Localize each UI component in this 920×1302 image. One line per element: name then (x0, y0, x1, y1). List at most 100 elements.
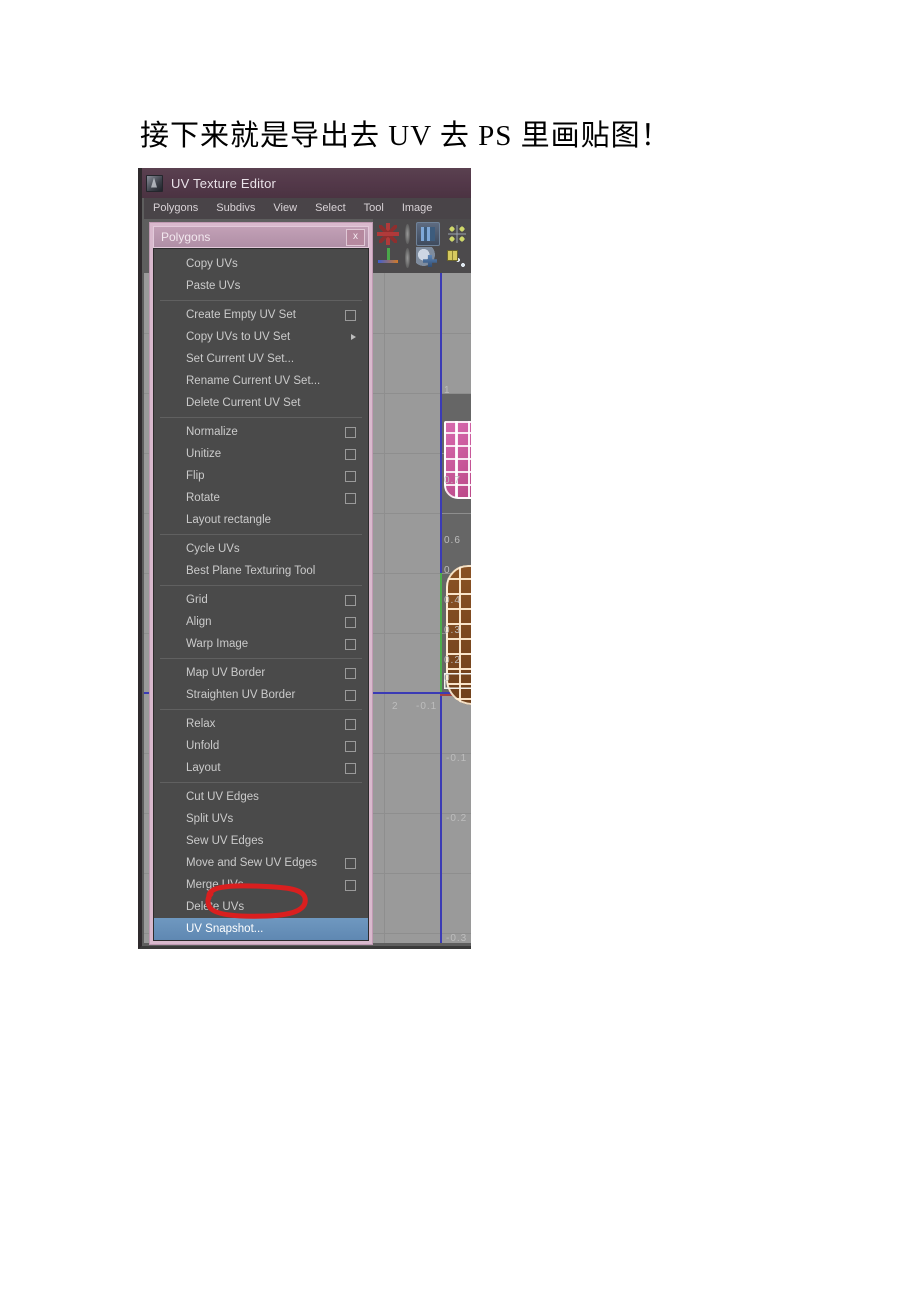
menu-item-delete-current-uv-set[interactable]: Delete Current UV Set (154, 392, 368, 414)
tick-label: 0 (444, 565, 451, 576)
move-uv-shell-icon[interactable] (377, 247, 399, 269)
option-box-icon[interactable] (345, 595, 356, 606)
menu-item-grid[interactable]: Grid (154, 589, 368, 611)
menu-item-layout-rectangle[interactable]: Layout rectangle (154, 509, 368, 531)
menu-subdivs[interactable]: Subdivs (207, 198, 264, 219)
option-box-icon[interactable] (345, 493, 356, 504)
tick-label: 1 (444, 385, 451, 396)
menu-item-uv-snapshot[interactable]: UV Snapshot... (154, 918, 368, 940)
menu-item-label: Map UV Border (186, 667, 266, 679)
sew-uv-icon[interactable] (446, 223, 468, 245)
menu-item-list: Copy UVs Paste UVs Create Empty UV Set C… (153, 248, 369, 941)
maya-app-icon (146, 174, 163, 192)
menu-select[interactable]: Select (306, 198, 355, 219)
menu-item-label: Copy UVs to UV Set (186, 331, 291, 343)
menu-item-layout[interactable]: Layout (154, 757, 368, 779)
menu-item-best-plane-texturing-tool[interactable]: Best Plane Texturing Tool (154, 560, 368, 582)
unfold-uv-icon[interactable] (416, 222, 440, 246)
option-box-icon[interactable] (345, 690, 356, 701)
option-box-icon[interactable] (345, 719, 356, 730)
option-box-icon[interactable] (345, 858, 356, 869)
menu-view[interactable]: View (264, 198, 306, 219)
menu-tool[interactable]: Tool (355, 198, 393, 219)
menu-item-cycle-uvs[interactable]: Cycle UVs (154, 538, 368, 560)
close-icon[interactable]: x (346, 228, 365, 246)
option-box-icon[interactable] (345, 449, 356, 460)
menu-item-merge-uvs[interactable]: Merge UVs (154, 874, 368, 896)
menu-item-label: Rename Current UV Set... (186, 375, 321, 387)
option-box-icon[interactable] (345, 310, 356, 321)
menu-item-delete-uvs[interactable]: Delete UVs (154, 896, 368, 918)
menu-item-label: Sew UV Edges (186, 835, 264, 847)
menu-item-label: Cut UV Edges (186, 791, 259, 803)
menu-item-warp-image[interactable]: Warp Image (154, 633, 368, 655)
axis-v-blue-lower (440, 693, 442, 943)
menu-item-label: Set Current UV Set... (186, 353, 295, 365)
menu-item-label: Unitize (186, 448, 222, 460)
option-box-icon[interactable] (345, 741, 356, 752)
menubar: Polygons Subdivs View Select Tool Image (144, 198, 471, 219)
menu-separator (160, 534, 362, 535)
menu-item-label: Create Empty UV Set (186, 309, 296, 321)
tick-label: -0.1 (416, 701, 438, 712)
cut-uv-icon[interactable] (416, 247, 438, 269)
menu-separator (160, 709, 362, 710)
maya-uv-texture-editor-screenshot: UV Texture Editor Polygons Subdivs View … (138, 168, 471, 949)
menu-item-copy-uvs[interactable]: Copy UVs (154, 253, 368, 275)
menu-item-rotate[interactable]: Rotate (154, 487, 368, 509)
uv-layout-grid-icon[interactable] (444, 247, 466, 269)
menu-item-label: Layout rectangle (186, 514, 272, 526)
menu-item-split-uvs[interactable]: Split UVs (154, 808, 368, 830)
menu-item-map-uv-border[interactable]: Map UV Border (154, 662, 368, 684)
menu-item-sew-uv-edges[interactable]: Sew UV Edges (154, 830, 368, 852)
menu-item-label: Copy UVs (186, 258, 238, 270)
tick-label: 0.7 (444, 475, 461, 486)
uv-snap-to-grid-icon[interactable] (377, 223, 399, 245)
page-caption: 接下来就是导出去 UV 去 PS 里画贴图！ (140, 120, 671, 152)
window-title: UV Texture Editor (171, 175, 277, 191)
menu-item-cut-uv-edges[interactable]: Cut UV Edges (154, 786, 368, 808)
toolbar-separator-handle-2[interactable] (405, 248, 410, 268)
menu-item-label: Layout (186, 762, 221, 774)
menu-item-normalize[interactable]: Normalize (154, 421, 368, 443)
option-box-icon[interactable] (345, 639, 356, 650)
pink-uv-shell[interactable] (444, 421, 471, 499)
option-box-icon[interactable] (345, 617, 356, 628)
menu-item-flip[interactable]: Flip (154, 465, 368, 487)
menu-item-label: Cycle UVs (186, 543, 240, 555)
menu-item-unfold[interactable]: Unfold (154, 735, 368, 757)
tick-label: 0 (444, 673, 451, 684)
menu-item-label: Flip (186, 470, 205, 482)
option-box-icon[interactable] (345, 471, 356, 482)
menu-item-move-and-sew-uv-edges[interactable]: Move and Sew UV Edges (154, 852, 368, 874)
menu-polygons[interactable]: Polygons (144, 198, 207, 219)
menu-item-set-current-uv-set[interactable]: Set Current UV Set... (154, 348, 368, 370)
toolbar-separator-handle[interactable] (405, 224, 410, 244)
menu-separator (160, 300, 362, 301)
polygons-tearoff-menu: Polygons x Copy UVs Paste UVs Create Emp… (150, 223, 372, 944)
tick-label: 2 (392, 701, 399, 712)
option-box-icon[interactable] (345, 427, 356, 438)
menu-item-paste-uvs[interactable]: Paste UVs (154, 275, 368, 297)
menu-item-label: Straighten UV Border (186, 689, 296, 701)
menu-item-label: Delete Current UV Set (186, 397, 301, 409)
menu-item-relax[interactable]: Relax (154, 713, 368, 735)
menu-item-label: Align (186, 616, 212, 628)
menu-item-align[interactable]: Align (154, 611, 368, 633)
menu-item-rename-current-uv-set[interactable]: Rename Current UV Set... (154, 370, 368, 392)
menu-separator (160, 658, 362, 659)
menu-item-create-empty-uv-set[interactable]: Create Empty UV Set (154, 304, 368, 326)
option-box-icon[interactable] (345, 880, 356, 891)
option-box-icon[interactable] (345, 668, 356, 679)
menu-image[interactable]: Image (393, 198, 442, 219)
menu-item-label: Normalize (186, 426, 238, 438)
menu-item-label: Merge UVs (186, 879, 244, 891)
menu-item-straighten-uv-border[interactable]: Straighten UV Border (154, 684, 368, 706)
menu-item-unitize[interactable]: Unitize (154, 443, 368, 465)
menu-item-label: Grid (186, 594, 208, 606)
menu-item-copy-uvs-to-uv-set[interactable]: Copy UVs to UV Set (154, 326, 368, 348)
tick-label: 0.3 (444, 625, 461, 636)
menu-item-label: Best Plane Texturing Tool (186, 565, 316, 577)
option-box-icon[interactable] (345, 763, 356, 774)
tearoff-titlebar[interactable]: Polygons x (153, 226, 369, 248)
